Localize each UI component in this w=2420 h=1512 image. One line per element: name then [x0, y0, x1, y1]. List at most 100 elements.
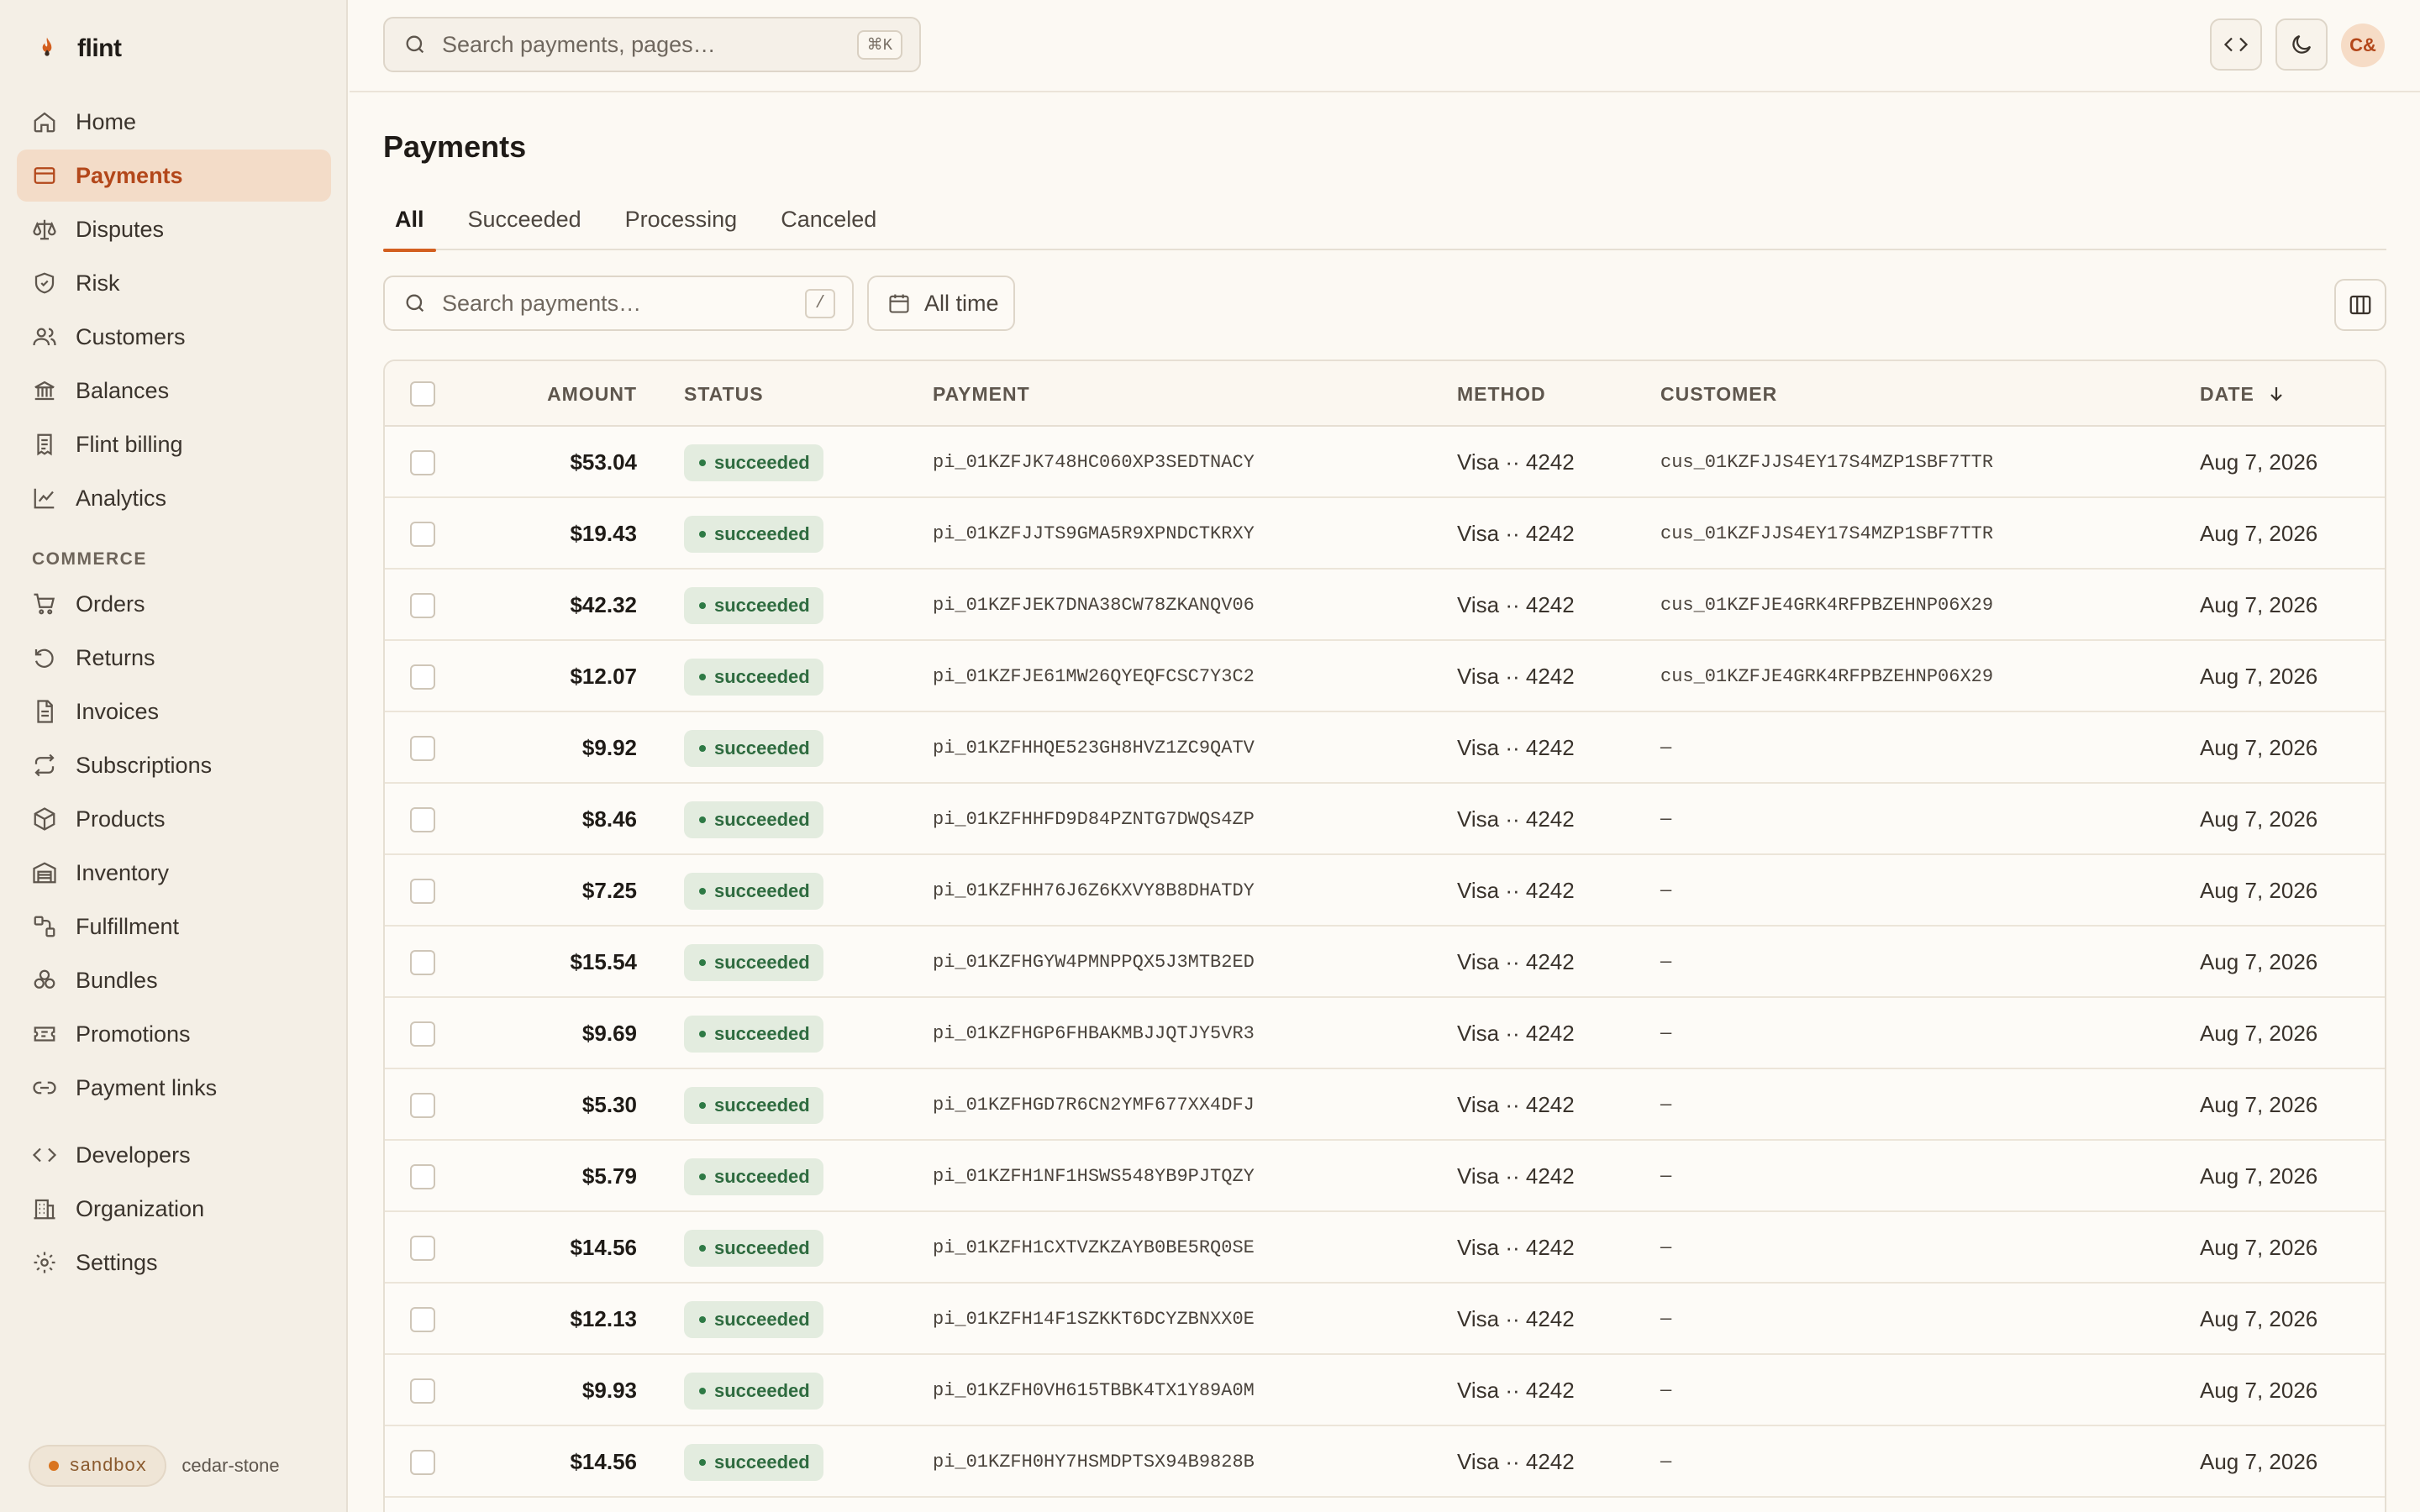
payment-id-cell[interactable]: pi_01KZFHGYW4PMNPPQX5J3MTB2ED — [933, 927, 1255, 998]
sidebar-item-orders[interactable]: Orders — [17, 578, 331, 630]
table-row[interactable]: $9.92 succeeded pi_01KZFHHQE523GH8HVZ1ZC9Q… — [385, 712, 2385, 784]
payment-id-cell[interactable]: pi_01KZFH0VH615TBBK4TX1Y89A0M — [933, 1355, 1255, 1426]
customer-cell[interactable]: cus_01KZFJE4GRK4RFPBZEHNP06X29 — [1660, 641, 1993, 712]
payment-id-cell[interactable]: pi_01KZFJE61MW26QYEQFCSC7Y3C2 — [933, 641, 1255, 712]
sidebar-item-disputes[interactable]: Disputes — [17, 203, 331, 255]
table-row[interactable]: $5.30 succeeded pi_01KZFHGD7R6CN2YMF677XX4… — [385, 1069, 2385, 1141]
customer-cell[interactable]: — — [1660, 998, 1671, 1069]
payment-id-cell[interactable]: pi_01KZFJJTS9GMA5R9XPNDCTKRXY — [933, 498, 1255, 570]
sidebar-item-returns[interactable]: Returns — [17, 632, 331, 684]
customer-cell[interactable]: — — [1660, 1141, 1671, 1212]
sidebar-item-balances[interactable]: Balances — [17, 365, 331, 417]
table-row[interactable]: $5.79 succeeded pi_01KZFH1NF1HSWS548YB9PJT… — [385, 1141, 2385, 1212]
date-filter-button[interactable]: All time — [867, 276, 1015, 331]
columns-button[interactable] — [2334, 279, 2386, 331]
avatar[interactable]: C& — [2341, 24, 2385, 67]
row-checkbox[interactable] — [410, 1163, 435, 1189]
header-date[interactable]: DATE — [2200, 361, 2286, 427]
table-row[interactable]: $19.43 succeeded pi_01KZFJJTS9GMA5R9XPNDCT… — [385, 498, 2385, 570]
row-checkbox[interactable] — [410, 949, 435, 975]
row-checkbox[interactable] — [410, 664, 435, 690]
sidebar-item-risk[interactable]: Risk — [17, 257, 331, 309]
table-row[interactable]: $14.56 succeeded pi_01KZFH0HY7HSMDPTSX94B9… — [385, 1426, 2385, 1498]
sidebar-item-flint-billing[interactable]: Flint billing — [17, 418, 331, 470]
payments-search[interactable]: / — [383, 276, 854, 331]
tab-all[interactable]: All — [383, 197, 436, 252]
tab-succeeded[interactable]: Succeeded — [456, 197, 593, 250]
row-checkbox[interactable] — [410, 806, 435, 832]
customer-cell[interactable]: — — [1660, 1426, 1671, 1498]
payment-id-cell[interactable]: pi_01KZFHGP6FHBAKMBJJQTJY5VR3 — [933, 998, 1255, 1069]
table-row[interactable]: $12.13 succeeded pi_01KZFH14F1SZKKT6DCYZBN… — [385, 1284, 2385, 1355]
sidebar-item-home[interactable]: Home — [17, 96, 331, 148]
sidebar-item-customers[interactable]: Customers — [17, 311, 331, 363]
payment-id-cell[interactable]: pi_01KZFJK748HC060XP3SEDTNACY — [933, 427, 1255, 498]
header-customer[interactable]: CUSTOMER — [1660, 361, 1777, 427]
row-checkbox[interactable] — [410, 1449, 435, 1475]
sidebar-item-analytics[interactable]: Analytics — [17, 472, 331, 524]
payment-id-cell[interactable]: pi_01KZFH14F1SZKKT6DCYZBNXX0E — [933, 1284, 1255, 1355]
row-checkbox[interactable] — [410, 1021, 435, 1047]
row-checkbox[interactable] — [410, 592, 435, 618]
sidebar-item-invoices[interactable]: Invoices — [17, 685, 331, 738]
global-search[interactable]: ⌘K — [383, 17, 921, 72]
header-status[interactable]: STATUS — [684, 361, 764, 427]
row-checkbox[interactable] — [410, 449, 435, 475]
theme-toggle-button[interactable] — [2275, 18, 2328, 71]
table-row[interactable]: $8.46 succeeded pi_01KZFHHFD9D84PZNTG7DWQS… — [385, 784, 2385, 855]
table-row[interactable]: $9.93 succeeded pi_01KZFH0VH615TBBK4TX1Y89… — [385, 1355, 2385, 1426]
environment-indicator[interactable]: sandbox cedar-stone — [29, 1445, 280, 1487]
sidebar-item-payments[interactable]: Payments — [17, 150, 331, 202]
payment-id-cell[interactable]: pi_01KZFH1NF1HSWS548YB9PJTQZY — [933, 1141, 1255, 1212]
payments-search-input[interactable] — [442, 290, 790, 317]
sidebar-item-organization[interactable]: Organization — [17, 1183, 331, 1235]
developer-toggle-button[interactable] — [2210, 18, 2262, 71]
row-checkbox[interactable] — [410, 1306, 435, 1332]
customer-cell[interactable]: cus_01KZFJJS4EY17S4MZP1SBF7TTR — [1660, 498, 1993, 570]
customer-cell[interactable]: — — [1660, 1212, 1671, 1284]
tab-processing[interactable]: Processing — [613, 197, 750, 250]
row-checkbox[interactable] — [410, 878, 435, 904]
header-method[interactable]: METHOD — [1457, 361, 1546, 427]
customer-cell[interactable]: cus_01KZFJE4GRK4RFPBZEHNP06X29 — [1660, 570, 1993, 641]
row-checkbox[interactable] — [410, 1092, 435, 1118]
table-row[interactable]: $9.69 succeeded pi_01KZFHGP6FHBAKMBJJQTJY5… — [385, 998, 2385, 1069]
sidebar-item-promotions[interactable]: Promotions — [17, 1008, 331, 1060]
sidebar-item-products[interactable]: Products — [17, 793, 331, 845]
customer-cell[interactable]: — — [1660, 1284, 1671, 1355]
sidebar-item-inventory[interactable]: Inventory — [17, 847, 331, 899]
customer-cell[interactable]: — — [1660, 927, 1671, 998]
table-row[interactable]: $15.54 succeeded pi_01KZFHGYW4PMNPPQX5J3MT… — [385, 927, 2385, 998]
table-row[interactable]: $12.07 succeeded pi_01KZFJE61MW26QYEQFCSC7… — [385, 641, 2385, 712]
tab-canceled[interactable]: Canceled — [769, 197, 888, 250]
row-checkbox[interactable] — [410, 521, 435, 547]
sidebar-item-subscriptions[interactable]: Subscriptions — [17, 739, 331, 791]
table-row[interactable]: $53.04 succeeded pi_01KZFJK748HC060XP3SEDT… — [385, 427, 2385, 498]
payment-id-cell[interactable]: pi_01KZFHHFD9D84PZNTG7DWQS4ZP — [933, 784, 1255, 855]
payment-id-cell[interactable]: pi_01KZFHGD7R6CN2YMF677XX4DFJ — [933, 1069, 1255, 1141]
sandbox-badge[interactable]: sandbox — [29, 1445, 167, 1487]
payment-id-cell[interactable]: pi_01KZFH1CXTVZKZAYB0BE5RQ0SE — [933, 1212, 1255, 1284]
select-all-checkbox[interactable] — [410, 381, 435, 407]
payment-id-cell[interactable]: pi_01KZFJEK7DNA38CW78ZKANQV06 — [933, 570, 1255, 641]
payment-id-cell[interactable]: pi_01KZFHHQE523GH8HVZ1ZC9QATV — [933, 712, 1255, 784]
brand[interactable]: flint — [34, 34, 122, 64]
customer-cell[interactable]: — — [1660, 784, 1671, 855]
table-row[interactable]: $14.56 succeeded pi_01KZFH1CXTVZKZAYB0BE5R… — [385, 1212, 2385, 1284]
table-row[interactable]: $7.25 succeeded pi_01KZFHH76J6Z6KXVY8B8DHA… — [385, 855, 2385, 927]
sidebar-item-payment-links[interactable]: Payment links — [17, 1062, 331, 1114]
row-checkbox[interactable] — [410, 1378, 435, 1404]
payment-id-cell[interactable]: pi_01KZFHH76J6Z6KXVY8B8DHATDY — [933, 855, 1255, 927]
row-checkbox[interactable] — [410, 735, 435, 761]
global-search-input[interactable] — [442, 31, 842, 58]
customer-cell[interactable]: — — [1660, 855, 1671, 927]
sidebar-item-settings[interactable]: Settings — [17, 1236, 331, 1289]
payment-id-cell[interactable]: pi_01KZFH0HY7HSMDPTSX94B9828B — [933, 1426, 1255, 1498]
row-checkbox[interactable] — [410, 1235, 435, 1261]
customer-cell[interactable]: — — [1660, 1355, 1671, 1426]
header-payment[interactable]: PAYMENT — [933, 361, 1030, 427]
header-amount[interactable]: AMOUNT — [511, 361, 637, 427]
sidebar-item-bundles[interactable]: Bundles — [17, 954, 331, 1006]
customer-cell[interactable]: — — [1660, 1069, 1671, 1141]
customer-cell[interactable]: — — [1660, 712, 1671, 784]
